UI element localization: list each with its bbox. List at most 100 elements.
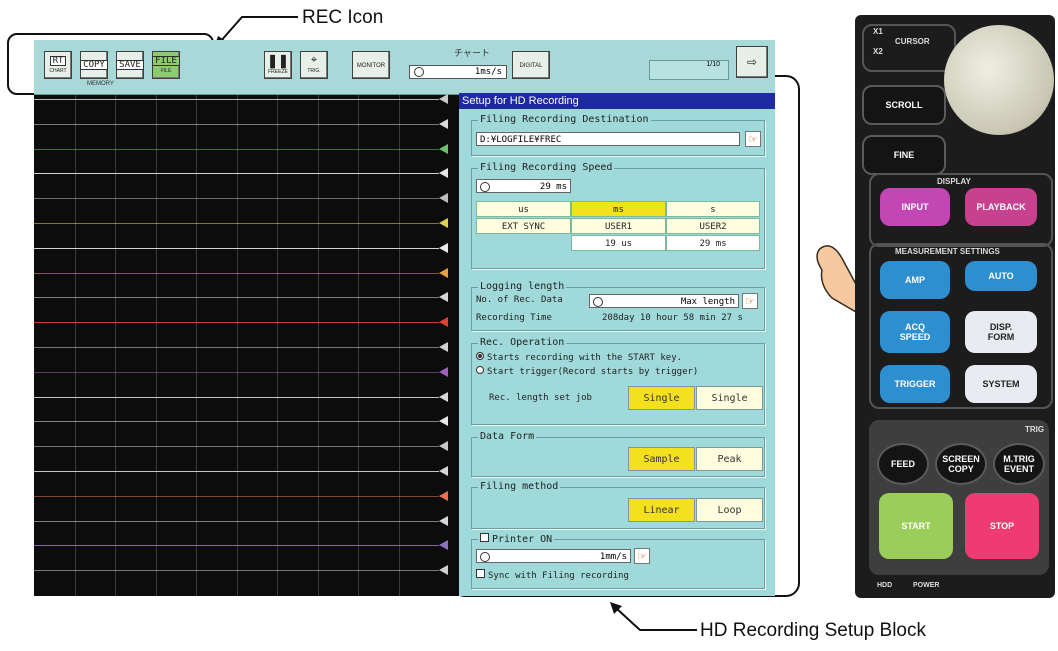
rec-length-single-button-1[interactable]: Single (628, 386, 695, 410)
feed-button[interactable]: FEED (877, 443, 929, 485)
file-rec-icon-button[interactable]: FILE FILE (152, 51, 180, 79)
time-axis-speed-field[interactable]: 1ms/s (409, 65, 507, 79)
stop-button[interactable]: STOP (965, 493, 1039, 559)
disp-form-button[interactable]: DISP. FORM (965, 311, 1037, 353)
channel-marker[interactable] (439, 515, 448, 526)
fine-button[interactable]: FINE (862, 135, 946, 175)
channel-marker[interactable] (439, 565, 448, 576)
save-button[interactable]: SAVE (116, 51, 144, 79)
channel-marker[interactable] (439, 143, 448, 154)
rec-data-field[interactable]: Max length (589, 294, 739, 308)
recorder-screen: RT CHART COPY SAVE MEMORY FILE FILE ❚❚ FREE… (34, 40, 775, 596)
channel-marker[interactable] (439, 441, 448, 452)
acq-speed-button[interactable]: ACQ SPEED (880, 311, 950, 353)
channel-marker[interactable] (439, 416, 448, 427)
user2-button[interactable]: USER2 (666, 218, 760, 234)
amp-button[interactable]: AMP (880, 261, 950, 299)
freeze-button[interactable]: ❚❚ FREEZE (264, 51, 292, 79)
channel-marker[interactable] (439, 490, 448, 501)
channel-marker[interactable] (439, 342, 448, 352)
dialog-title: Setup for HD Recording (459, 93, 775, 109)
hd-recording-setup-dialog: Setup for HD Recording Filing Recording … (459, 93, 775, 596)
power-led-label: POWER (913, 582, 940, 589)
jog-dial[interactable] (944, 25, 1054, 135)
data-form-sample-button[interactable]: Sample (628, 447, 695, 471)
rec-data-hand-icon[interactable]: ☞ (742, 293, 758, 309)
channel-marker[interactable] (439, 391, 448, 402)
channel-marker[interactable] (439, 218, 448, 228)
channel-marker[interactable] (439, 540, 448, 551)
clock-icon (480, 552, 490, 562)
unit-ms-button[interactable]: ms (571, 201, 666, 217)
sync-filing-checkbox[interactable]: Sync with Filing recording (476, 569, 629, 581)
channel-trace (34, 520, 439, 522)
hdd-led-label: HDD (877, 582, 893, 589)
data-form-group: Data Form Sample Peak (471, 431, 765, 477)
checkbox-icon (480, 533, 489, 542)
channel-marker[interactable] (439, 317, 448, 328)
playback-button[interactable]: PLAYBACK (965, 188, 1037, 226)
digital-button[interactable]: DIGITAL (512, 51, 550, 79)
channel-marker[interactable] (439, 466, 448, 476)
rec-operation-group: Rec. Operation Starts recording with the… (471, 337, 765, 425)
channel-marker[interactable] (439, 292, 448, 303)
system-button[interactable]: SYSTEM (965, 365, 1037, 403)
data-form-peak-button[interactable]: Peak (696, 447, 763, 471)
rec-op-option-start-key[interactable]: Starts recording with the START key. (476, 352, 682, 363)
pause-icon: ❚❚ (267, 53, 289, 68)
radio-icon (476, 366, 484, 374)
m-trig-event-button[interactable]: M.TRIG EVENT (993, 443, 1045, 485)
rec-data-label: No. of Rec. Data (476, 295, 563, 305)
rec-length-label: Rec. length set job (489, 393, 592, 403)
speed-group: Filing Recording Speed 29 ms us ms s EXT… (471, 162, 765, 269)
monitor-button[interactable]: MONITOR (352, 51, 390, 79)
unit-us-button[interactable]: us (476, 201, 571, 217)
copy-button[interactable]: COPY (80, 51, 108, 79)
printer-on-checkbox[interactable]: Printer ON (478, 533, 555, 546)
screen-copy-button[interactable]: SCREEN COPY (935, 443, 987, 485)
chart-mode-title: チャート (454, 48, 490, 58)
checkbox-icon (476, 569, 485, 578)
rt-chart-button[interactable]: RT CHART (44, 51, 72, 79)
channel-marker[interactable] (439, 118, 448, 129)
input-button[interactable]: INPUT (880, 188, 950, 226)
filing-method-linear-button[interactable]: Linear (628, 498, 695, 522)
user1-button[interactable]: USER1 (571, 218, 666, 234)
channel-trace (34, 198, 439, 200)
rec-op-option-trigger[interactable]: Start trigger(Record starts by trigger) (476, 366, 698, 377)
destination-path-field[interactable]: D:¥LOGFILE¥FREC (476, 132, 740, 146)
channel-marker[interactable] (439, 242, 448, 253)
rec-length-single-button-2[interactable]: Single (696, 386, 763, 410)
printer-group: Printer ON 1mm/s ☞ Sync with Filing reco… (471, 533, 765, 589)
radio-selected-icon (476, 352, 484, 360)
ext-sync-button[interactable]: EXT SYNC (476, 218, 571, 234)
filing-method-group: Filing method Linear Loop (471, 481, 765, 529)
channel-trace (34, 297, 439, 299)
channel-marker[interactable] (439, 168, 448, 179)
unit-s-button[interactable]: s (666, 201, 760, 217)
channel-marker[interactable] (439, 267, 448, 278)
printer-speed-field[interactable]: 1mm/s (476, 549, 631, 563)
clock-icon (414, 67, 424, 77)
channel-marker[interactable] (439, 193, 448, 204)
filing-method-loop-button[interactable]: Loop (696, 498, 763, 522)
speed-value-field[interactable]: 29 ms (476, 179, 571, 193)
rec-time-label: Recording Time (476, 313, 552, 323)
logging-length-title: Logging length (478, 281, 567, 293)
auto-button[interactable]: AUTO (965, 261, 1037, 291)
memory-label: MEMORY (87, 81, 114, 87)
rec-operation-title: Rec. Operation (478, 337, 567, 349)
channel-marker[interactable] (439, 366, 448, 377)
start-button[interactable]: START (879, 493, 953, 559)
channel-marker[interactable] (439, 94, 448, 104)
destination-browse-hand-icon[interactable]: ☞ (745, 131, 761, 147)
printer-speed-hand-icon[interactable]: ☞ (634, 548, 650, 564)
trigger-button[interactable]: TRIGGER (880, 365, 950, 403)
scroll-button[interactable]: SCROLL (862, 85, 946, 125)
cursor-label[interactable]: CURSOR (895, 37, 930, 46)
channel-trace (34, 446, 439, 448)
clock-icon (593, 297, 603, 307)
trig-button[interactable]: ⌖ TRIG. (300, 51, 328, 79)
hd-block-label: HD Recording Setup Block (700, 620, 926, 641)
exit-icon[interactable]: ⇨ (736, 46, 768, 78)
